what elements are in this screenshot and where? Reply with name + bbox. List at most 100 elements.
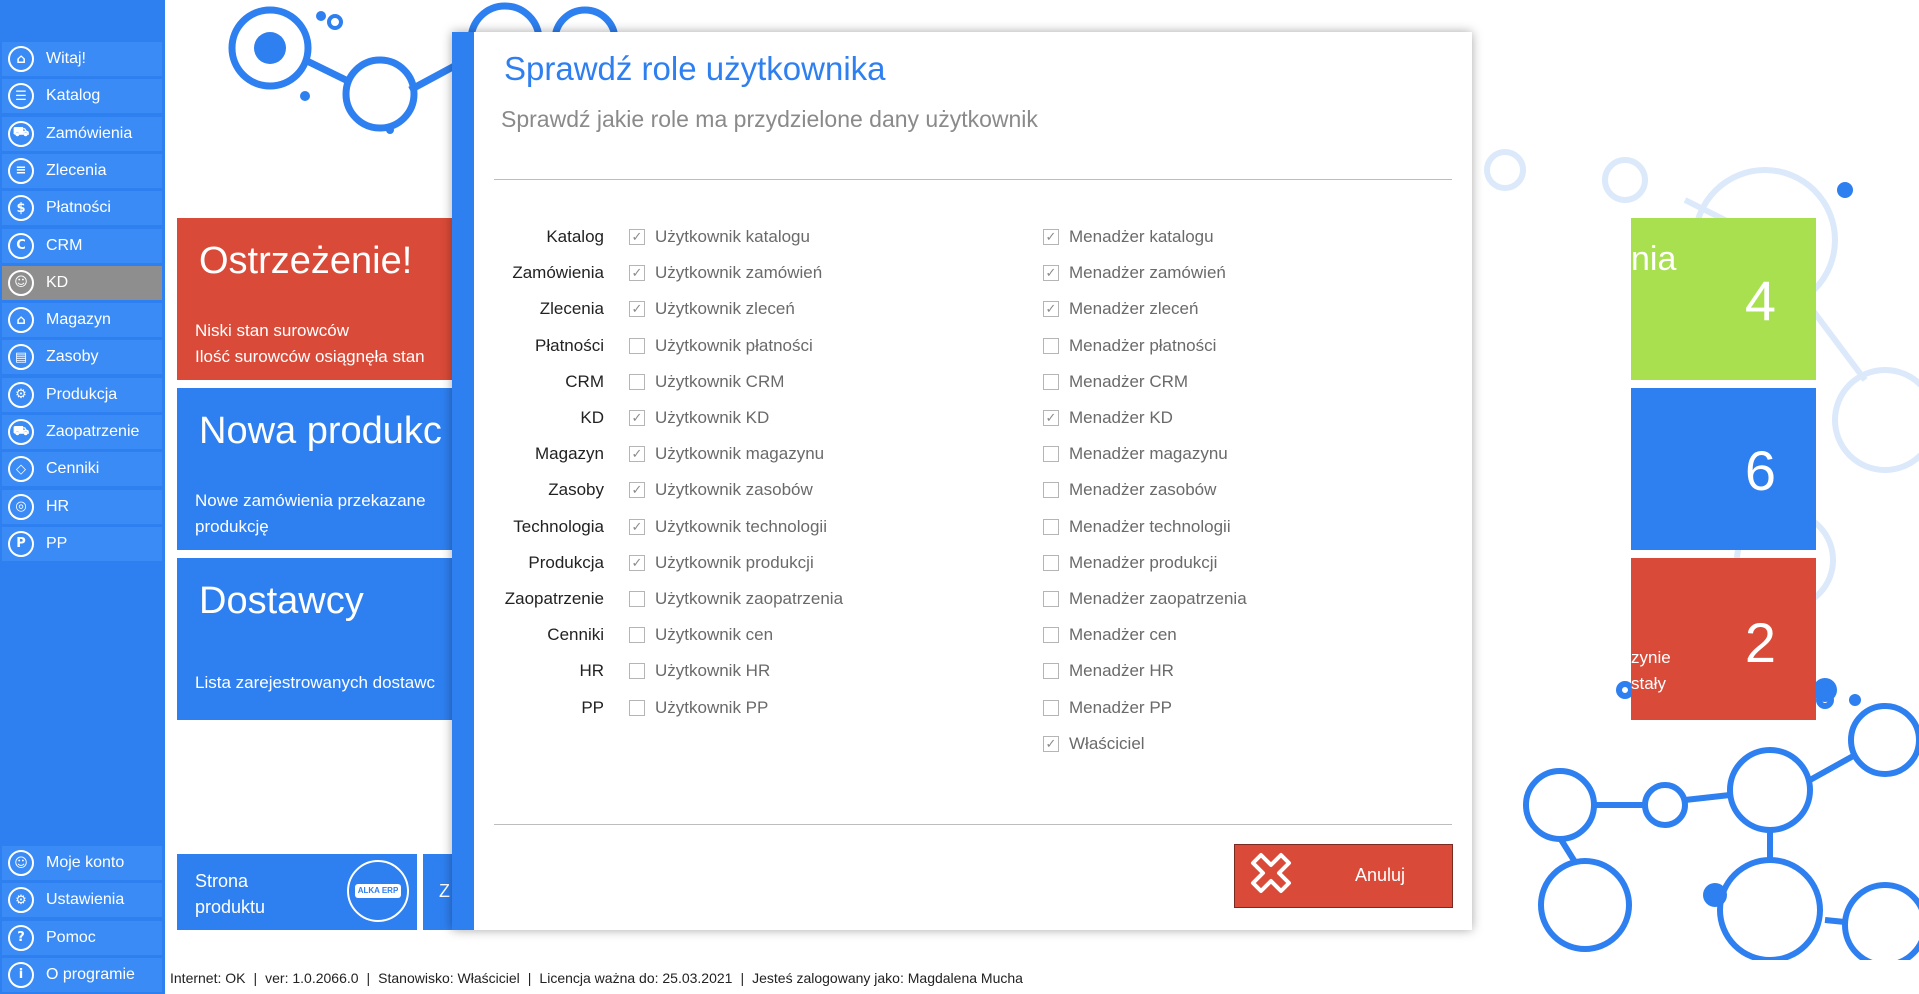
sidebar-item-cenniki[interactable]: ◇ Cenniki bbox=[2, 452, 162, 487]
manager-role-checkbox[interactable] bbox=[1043, 699, 1059, 716]
role-row: Katalog ✓ Użytkownik katalogu ✓ Menadżer kat… bbox=[474, 222, 1474, 252]
product-page-tile[interactable]: Strona produktu ALKA ERP bbox=[177, 854, 417, 930]
sidebar-item-label: PP bbox=[46, 534, 68, 552]
manager-role-checkbox[interactable]: ✓ bbox=[1043, 229, 1059, 245]
manager-role-checkbox[interactable]: ✓ bbox=[1043, 301, 1059, 318]
user-role-checkbox[interactable]: ✓ bbox=[629, 410, 645, 426]
user-role-label: Użytkownik zaopatrzenia bbox=[655, 589, 844, 608]
sidebar-item-zasoby[interactable]: ▤ Zasoby bbox=[2, 340, 162, 375]
right-tile-green-title: nia bbox=[1631, 240, 1677, 278]
sidebar-item-o-programie[interactable]: i O programie bbox=[2, 957, 162, 992]
sidebar-item-hr[interactable]: ◎ HR bbox=[2, 489, 162, 524]
manager-role-checkbox[interactable]: ✓ bbox=[1043, 410, 1059, 426]
right-tile-blue[interactable]: 6 bbox=[1631, 388, 1816, 550]
sidebar-item-label: Cenniki bbox=[46, 460, 100, 478]
sidebar-item-label: Zamówienia bbox=[46, 124, 133, 142]
manager-role-checkbox[interactable] bbox=[1043, 663, 1059, 680]
user-role-checkbox[interactable] bbox=[629, 627, 645, 644]
manager-role-checkbox[interactable] bbox=[1043, 627, 1059, 644]
manager-role-checkbox[interactable] bbox=[1043, 482, 1059, 499]
cart-icon: ⛟ bbox=[8, 120, 34, 147]
status-logged-in: Jesteś zalogowany jako: Magdalena Mucha bbox=[752, 970, 1023, 986]
dollar-icon: $ bbox=[8, 195, 34, 222]
sidebar-item-magazyn[interactable]: ⌂ Magazyn bbox=[2, 303, 162, 338]
module-label: Zamówienia bbox=[512, 263, 604, 283]
manager-role-label: Menadżer magazynu bbox=[1069, 444, 1228, 464]
sidebar-item-label: Zaopatrzenie bbox=[46, 423, 140, 440]
user-lock-icon: ☺ bbox=[8, 269, 34, 296]
user-role-checkbox[interactable] bbox=[629, 373, 645, 390]
module-label: Płatności bbox=[535, 335, 604, 355]
module-label: Magazyn bbox=[535, 444, 604, 464]
user-role-checkbox[interactable] bbox=[629, 591, 645, 607]
sidebar-item-label: Pomoc bbox=[46, 928, 96, 946]
sidebar-item-katalog[interactable]: ☰ Katalog bbox=[2, 79, 162, 114]
sidebar-item-produkcja[interactable]: ⚙ Produkcja bbox=[2, 377, 162, 412]
right-tile-green[interactable]: nia 4 bbox=[1631, 218, 1816, 380]
truck-icon: ⛟ bbox=[8, 419, 34, 445]
user-role-checkbox[interactable]: ✓ bbox=[629, 482, 645, 499]
status-internet: Internet: OK bbox=[170, 970, 246, 986]
manager-role-checkbox[interactable] bbox=[1043, 591, 1059, 607]
production-icon: ⚙ bbox=[8, 381, 34, 408]
user-role-label: Użytkownik katalogu bbox=[655, 227, 810, 246]
user-role-checkbox[interactable]: ✓ bbox=[629, 301, 645, 318]
sidebar-item-kd[interactable]: ☺ KD bbox=[2, 265, 162, 300]
manager-role-checkbox[interactable]: ✓ bbox=[1043, 265, 1059, 282]
role-row: Płatności Użytkownik płatności Menadżer pł… bbox=[474, 331, 1474, 361]
sidebar-item-label: Moje konto bbox=[46, 854, 125, 871]
sidebar-item-zlecenia[interactable]: ≡ Zlecenia bbox=[2, 153, 162, 188]
manager-role-checkbox[interactable] bbox=[1043, 373, 1059, 390]
user-role-checkbox[interactable]: ✓ bbox=[629, 229, 645, 245]
hr-icon: ◎ bbox=[8, 493, 34, 520]
suppliers-tile-desc: Lista zarejestrowanych dostawc bbox=[195, 673, 436, 692]
alka-erp-logo: ALKA ERP bbox=[355, 884, 401, 898]
sidebar-item-zaopatrzenie[interactable]: ⛟ Zaopatrzenie bbox=[2, 415, 162, 449]
product-page-line-1: Strona bbox=[195, 871, 249, 891]
cancel-button[interactable]: Anuluj bbox=[1234, 844, 1453, 908]
sidebar-item-moje-konto[interactable]: ☺ Moje konto bbox=[2, 846, 162, 880]
status-version: ver: 1.0.2066.0 bbox=[265, 970, 359, 986]
module-label: PP bbox=[581, 697, 604, 717]
next-tile[interactable]: Z bbox=[423, 854, 453, 930]
module-label: CRM bbox=[565, 371, 604, 391]
divider-top bbox=[494, 179, 1452, 180]
manager-role-checkbox[interactable] bbox=[1043, 446, 1059, 463]
user-role-checkbox[interactable]: ✓ bbox=[629, 446, 645, 463]
sidebar-item-witaj-[interactable]: ⌂ Witaj! bbox=[2, 42, 162, 76]
right-tile-green-number: 4 bbox=[1744, 269, 1776, 332]
sidebar-item-p-atno-ci[interactable]: $ Płatności bbox=[2, 191, 162, 226]
sidebar-item-ustawienia[interactable]: ⚙ Ustawienia bbox=[2, 883, 162, 918]
user-role-checkbox[interactable] bbox=[629, 699, 645, 716]
sidebar-item-zam-wienia[interactable]: ⛟ Zamówienia bbox=[2, 116, 162, 151]
owner-checkbox[interactable]: ✓ bbox=[1043, 735, 1059, 752]
new-production-tile-title: Nowa produkc bbox=[199, 410, 442, 452]
user-role-checkbox[interactable] bbox=[629, 337, 645, 354]
manager-role-checkbox[interactable] bbox=[1043, 554, 1059, 571]
owner-row: ✓ Właściciel bbox=[474, 729, 1474, 759]
info-icon: i bbox=[8, 961, 34, 988]
status-station: Stanowisko: Właściciel bbox=[378, 970, 520, 986]
user-role-checkbox[interactable]: ✓ bbox=[629, 265, 645, 282]
manager-role-checkbox[interactable] bbox=[1043, 518, 1059, 535]
sidebar-item-pomoc[interactable]: ? Pomoc bbox=[2, 920, 162, 955]
dialog-title: Sprawdź role użytkownika bbox=[504, 50, 886, 87]
manager-role-label: Menadżer zamówień bbox=[1069, 263, 1226, 283]
right-tile-red[interactable]: zynie stały 2 bbox=[1631, 558, 1816, 720]
status-bar: Internet: OK | ver: 1.0.2066.0 | Stanowisk… bbox=[165, 962, 1919, 994]
manager-role-checkbox[interactable] bbox=[1043, 337, 1059, 354]
manager-role-label: Menadżer HR bbox=[1069, 661, 1174, 681]
role-row: Zamówienia ✓ Użytkownik zamówień ✓ Menadżer … bbox=[474, 258, 1474, 288]
right-tile-red-desc-2: stały bbox=[1631, 674, 1666, 693]
dialog-subtitle: Sprawdź jakie role ma przydzielone dany … bbox=[501, 106, 1038, 132]
pp-icon: P bbox=[8, 530, 34, 557]
user-role-checkbox[interactable]: ✓ bbox=[629, 554, 645, 571]
user-role-label: Użytkownik zleceń bbox=[655, 299, 795, 319]
sidebar-item-label: Zasoby bbox=[46, 348, 99, 366]
sidebar-item-crm[interactable]: C CRM bbox=[2, 228, 162, 263]
module-label: Katalog bbox=[546, 227, 604, 246]
sidebar-item-pp[interactable]: P PP bbox=[2, 526, 162, 561]
role-row: Zasoby ✓ Użytkownik zasobów Menadżer zasobó… bbox=[474, 475, 1474, 505]
user-role-checkbox[interactable] bbox=[629, 663, 645, 680]
user-role-checkbox[interactable]: ✓ bbox=[629, 518, 645, 535]
